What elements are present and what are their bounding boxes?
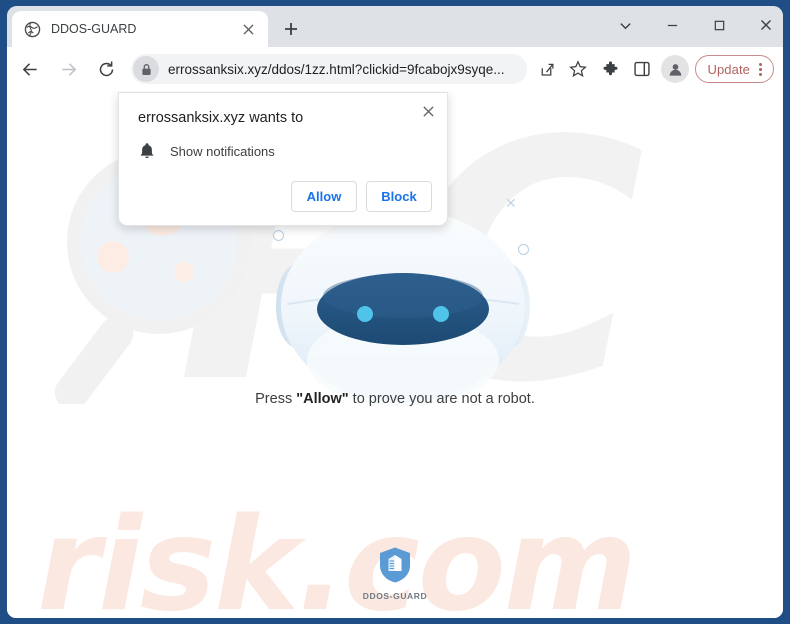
reload-button[interactable] — [91, 54, 121, 84]
tab-close-icon[interactable] — [236, 17, 260, 41]
maximize-button[interactable] — [699, 9, 739, 41]
chevron-down-icon — [619, 22, 631, 29]
instruction-emphasis: "Allow" — [296, 391, 349, 407]
lock-icon[interactable] — [133, 56, 159, 82]
page-viewport: PC ✕ risk.com Press "Allow" to prove you… — [7, 91, 783, 618]
kebab-menu-icon[interactable] — [750, 58, 770, 80]
back-button[interactable] — [15, 54, 45, 84]
bell-icon — [138, 141, 156, 161]
profile-button[interactable] — [661, 55, 690, 83]
instruction-prefix: Press — [255, 391, 297, 407]
share-button[interactable] — [531, 54, 561, 84]
tab-strip: DDOS-GUARD — [7, 6, 783, 47]
dialog-actions: Allow Block — [291, 181, 432, 212]
dialog-title: errossanksix.xyz wants to — [138, 110, 304, 126]
browser-tab[interactable]: DDOS-GUARD — [12, 11, 268, 47]
tab-title: DDOS-GUARD — [51, 22, 137, 36]
shield-icon — [380, 547, 410, 583]
close-icon — [761, 20, 771, 30]
side-panel-icon — [634, 61, 651, 77]
puzzle-piece-icon — [603, 60, 618, 75]
tab-search-button[interactable] — [605, 9, 645, 41]
reload-icon — [99, 61, 113, 76]
decorative-ring — [518, 244, 529, 255]
side-panel-button[interactable] — [627, 54, 657, 84]
arrow-right-icon — [61, 62, 76, 76]
maximize-icon — [714, 20, 724, 30]
browser-window: DDOS-GUARD errossanksix.xyz/ddos/1zz.htm… — [7, 6, 783, 618]
bookmark-button[interactable] — [563, 54, 593, 84]
address-bar-url[interactable]: errossanksix.xyz/ddos/1zz.html?clickid=9… — [168, 62, 527, 77]
block-button[interactable]: Block — [366, 181, 432, 212]
dialog-close-button[interactable] — [415, 98, 441, 124]
arrow-left-icon — [22, 62, 37, 76]
permission-label: Show notifications — [170, 143, 275, 159]
minimize-button[interactable] — [652, 9, 692, 41]
update-button-label: Update — [707, 61, 750, 77]
minimize-icon — [667, 24, 677, 26]
globe-icon — [24, 21, 41, 38]
avatar-icon — [669, 63, 682, 76]
window-close-button[interactable] — [746, 9, 783, 41]
plus-icon — [285, 23, 297, 35]
new-tab-button[interactable] — [277, 15, 305, 43]
instruction-suffix: to prove you are not a robot. — [348, 391, 535, 407]
browser-toolbar: errossanksix.xyz/ddos/1zz.html?clickid=9… — [7, 47, 783, 91]
instruction-text: Press "Allow" to prove you are not a rob… — [7, 391, 783, 407]
share-icon — [541, 63, 554, 76]
footer-logo-label: DDOS-GUARD — [362, 591, 428, 601]
forward-button[interactable] — [53, 54, 83, 84]
permission-row: Show notifications — [138, 141, 275, 161]
decorative-ring — [273, 230, 284, 241]
update-button[interactable]: Update — [695, 55, 774, 83]
decorative-cross-icon: ✕ — [505, 195, 517, 211]
address-bar[interactable]: errossanksix.xyz/ddos/1zz.html?clickid=9… — [131, 54, 528, 84]
allow-button[interactable]: Allow — [291, 181, 357, 212]
extensions-button[interactable] — [595, 54, 625, 84]
footer-logo: DDOS-GUARD — [7, 546, 783, 601]
star-icon — [569, 60, 588, 78]
notification-permission-dialog: errossanksix.xyz wants to Show notificat… — [118, 92, 448, 226]
close-icon — [422, 105, 434, 117]
